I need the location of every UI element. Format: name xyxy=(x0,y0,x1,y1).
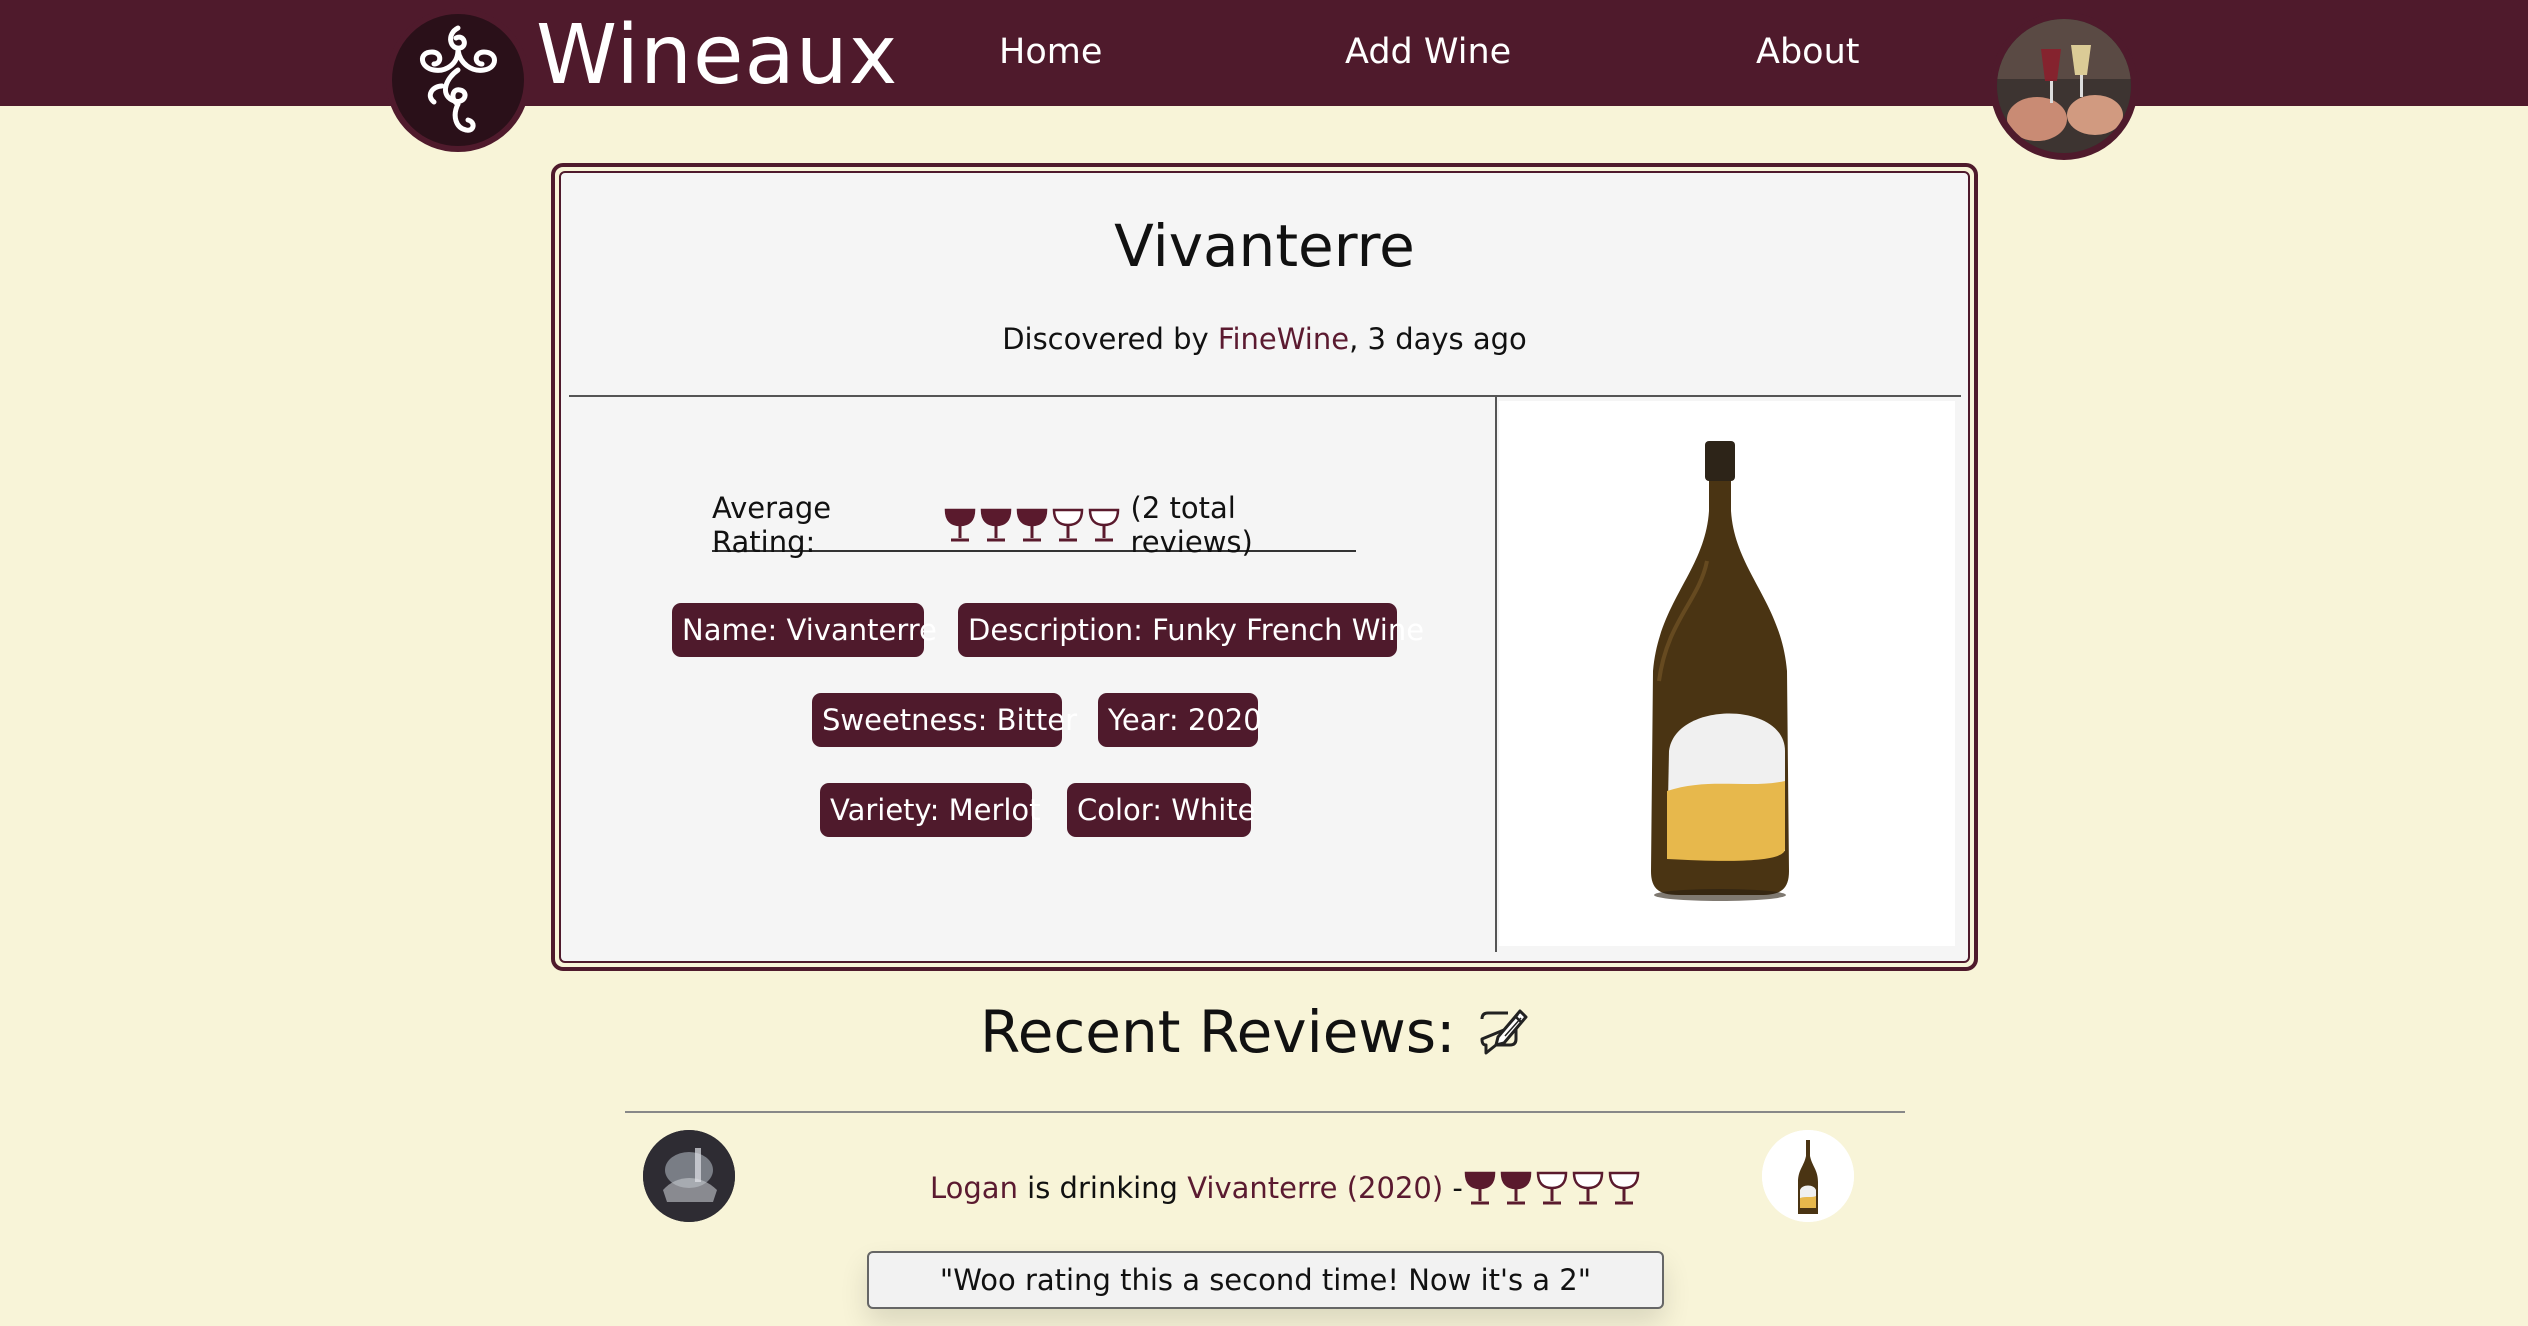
wine-glass-filled-icon xyxy=(980,508,1011,542)
review-middle: is drinking xyxy=(1017,1171,1188,1205)
review-text: Logan is drinking Vivanterre (2020) - xyxy=(930,1171,1463,1205)
brand-name[interactable]: Wineaux xyxy=(536,6,898,106)
review-wine-thumbnail[interactable] xyxy=(1762,1130,1854,1222)
discovered-prefix: Discovered by xyxy=(1002,322,1218,356)
discoverer-link[interactable]: FineWine xyxy=(1218,322,1349,356)
rating-glasses xyxy=(943,506,1121,544)
vine-swirl-icon xyxy=(420,25,497,133)
wine-title: Vivanterre xyxy=(1114,212,1415,280)
wine-glass-filled-icon xyxy=(1500,1171,1532,1205)
tag-name: Name: Vivanterre xyxy=(672,603,937,657)
reviewer-avatar[interactable] xyxy=(643,1130,735,1222)
pencil-edit-icon[interactable] xyxy=(1474,1005,1530,1061)
logo[interactable] xyxy=(386,8,530,152)
wine-glass-empty-icon xyxy=(1608,1171,1640,1205)
wine-image xyxy=(1499,401,1955,946)
user-avatar[interactable] xyxy=(1990,12,2138,160)
wine-glass-filled-icon xyxy=(944,508,975,542)
nav-home[interactable]: Home xyxy=(999,22,1102,82)
wine-glass-empty-icon xyxy=(1052,508,1083,542)
reviewer-photo xyxy=(643,1130,735,1222)
tag-color: Color: White xyxy=(1067,783,1256,837)
nav-add-wine[interactable]: Add Wine xyxy=(1345,22,1511,82)
wine-glass-empty-icon xyxy=(1088,508,1119,542)
wine-bottle-thumbnail xyxy=(1762,1130,1854,1222)
average-rating: Average Rating: (2 total reviews) xyxy=(712,491,1356,559)
reviews-count: (2 total reviews) xyxy=(1130,491,1253,559)
top-navbar xyxy=(0,0,2528,106)
review-summary: Logan is drinking Vivanterre (2020) - xyxy=(930,1166,1641,1210)
nav-about[interactable]: About xyxy=(1756,22,1859,82)
tag-sweetness: Sweetness: Bitter xyxy=(812,693,1077,747)
wine-bottle-image xyxy=(1651,441,1789,901)
reviews-divider xyxy=(625,1111,1905,1113)
review-rating-glasses xyxy=(1463,1169,1641,1207)
avatar-photo xyxy=(1997,19,2131,153)
rating-label: Average Rating: xyxy=(712,491,832,559)
wine-glass-empty-icon xyxy=(1536,1171,1568,1205)
recent-reviews-title: Recent Reviews: xyxy=(980,998,1456,1066)
review-dash: - xyxy=(1443,1171,1463,1205)
wine-glass-filled-icon xyxy=(1464,1171,1496,1205)
reviewer-link[interactable]: Logan xyxy=(930,1171,1018,1205)
card-divider xyxy=(569,395,1961,397)
wine-glass-filled-icon xyxy=(1016,508,1047,542)
discovered-by: Discovered by FineWine, 3 days ago xyxy=(559,322,1970,356)
tag-variety: Variety: Merlot xyxy=(820,783,1041,837)
discovered-suffix: , 3 days ago xyxy=(1349,322,1527,356)
review-wine-link[interactable]: Vivanterre (2020) xyxy=(1187,1171,1443,1205)
tag-description: Description: Funky French Wine xyxy=(958,603,1424,657)
tag-year: Year: 2020 xyxy=(1098,693,1262,747)
review-comment: "Woo rating this a second time! Now it's… xyxy=(867,1251,1664,1309)
wine-glass-empty-icon xyxy=(1572,1171,1604,1205)
card-column-divider xyxy=(1495,397,1497,952)
